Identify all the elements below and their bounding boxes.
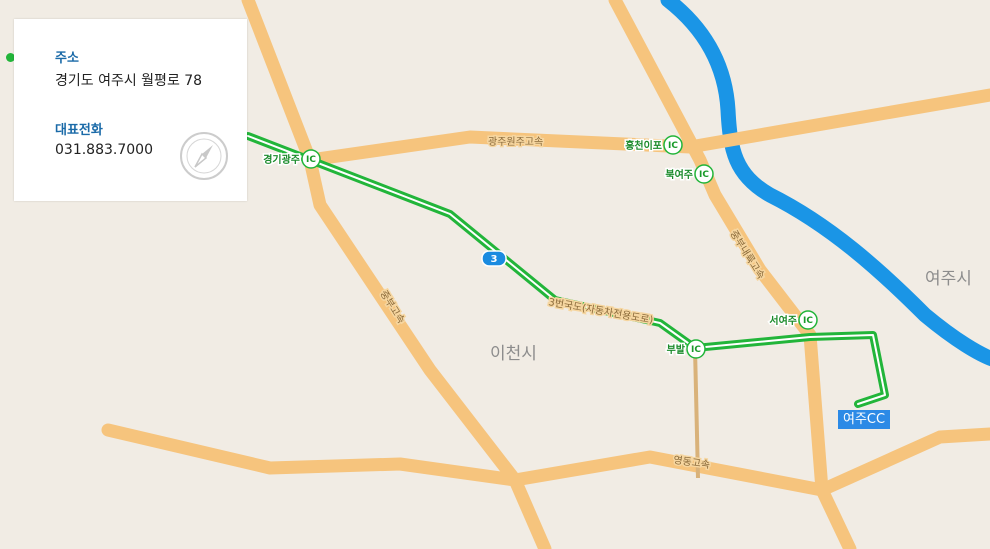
ic-badge: IC xyxy=(306,155,316,165)
ic-label: 홍천이포 xyxy=(625,139,662,152)
ic-badge: IC xyxy=(803,316,813,326)
road-label-gwangju-wonju: 광주원주고속 xyxy=(488,136,543,148)
destination-marker[interactable]: 여주CC xyxy=(838,410,891,429)
ic-badge: IC xyxy=(668,141,678,151)
compass-icon[interactable] xyxy=(179,131,229,181)
route-3-badge-label: 3 xyxy=(491,254,498,265)
ic-badge: IC xyxy=(691,345,701,355)
info-card: 주소 경기도 여주시 월평로 78 대표전화 031.883.7000 xyxy=(14,19,247,201)
address-value: 경기도 여주시 월평로 78 xyxy=(55,73,203,89)
ic-label: 경기광주 xyxy=(263,153,300,166)
route-3-badge: 3 xyxy=(481,250,507,267)
ic-label: 부발 xyxy=(667,343,686,356)
ic-label: 서여주 xyxy=(769,314,797,327)
ic-label: 북여주 xyxy=(665,168,693,181)
city-label-icheon: 이천시 xyxy=(490,344,537,364)
ic-badge: IC xyxy=(699,170,709,180)
phone-value: 031.883.7000 xyxy=(55,142,153,158)
address-heading: 주소 xyxy=(55,51,79,66)
city-label-yeoju: 여주시 xyxy=(925,269,972,289)
phone-heading: 대표전화 xyxy=(55,123,103,138)
